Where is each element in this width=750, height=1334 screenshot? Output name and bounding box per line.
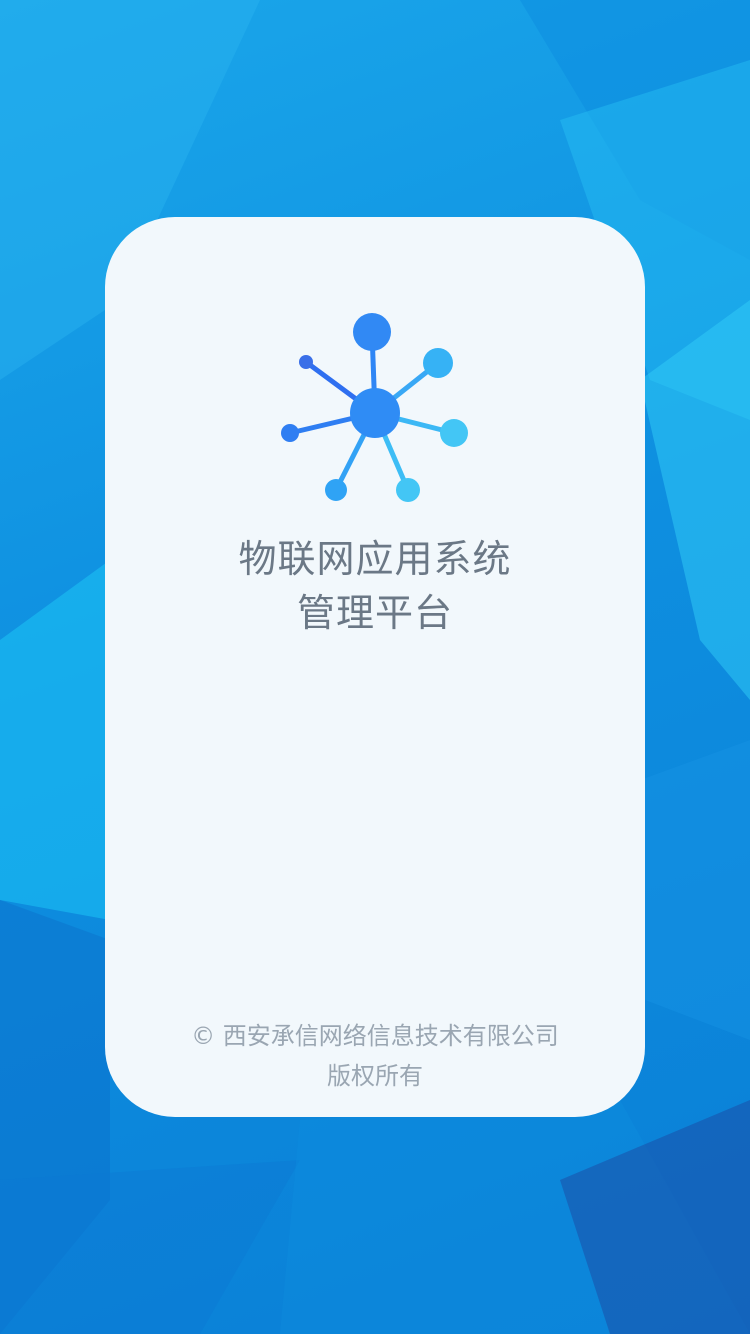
app-title-line1: 物联网应用系统 <box>238 537 512 581</box>
copyright-company: © 西安承信网络信息技术有限公司 <box>191 1022 559 1050</box>
network-hub-icon <box>281 313 468 502</box>
copyright-notice: © 西安承信网络信息技术有限公司 版权所有 <box>105 1016 645 1096</box>
splash-screen: 物联网应用系统 管理平台 © 西安承信网络信息技术有限公司 版权所有 <box>0 0 750 1334</box>
app-title: 物联网应用系统 管理平台 <box>105 532 645 640</box>
app-title-line2: 管理平台 <box>296 591 453 635</box>
copyright-rights: 版权所有 <box>327 1062 423 1090</box>
